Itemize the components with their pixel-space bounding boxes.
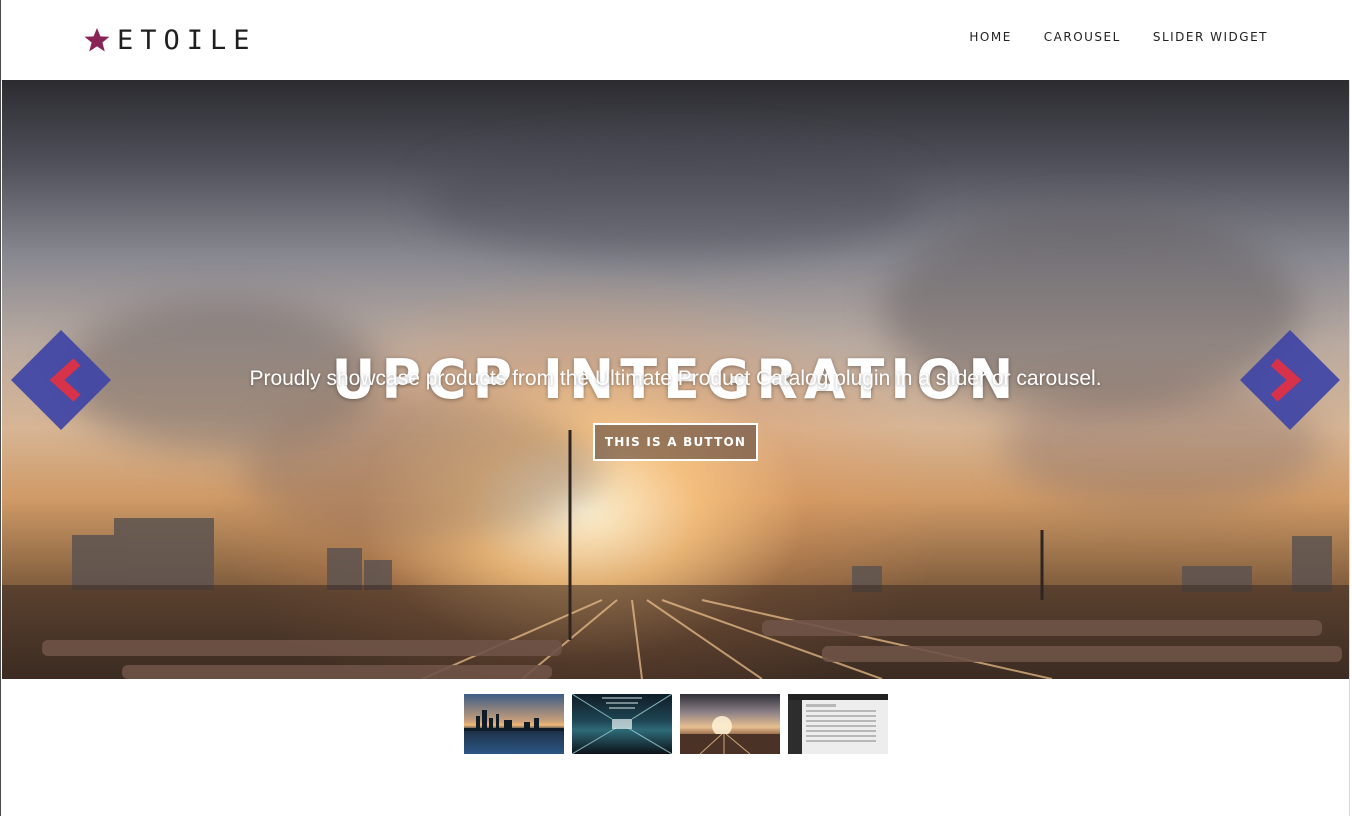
station-tunnel-thumbnail[interactable] (572, 694, 672, 754)
rail-yard-graphic (680, 716, 780, 754)
nav-item-carousel[interactable]: CAROUSEL (1044, 30, 1121, 44)
hero-slider: UPCP INTEGRATION Proudly showcase produc… (2, 80, 1349, 679)
admin-screenshot-graphic (788, 694, 888, 754)
nav-item-home[interactable]: HOME (969, 30, 1011, 44)
slider-thumbnails (464, 694, 888, 754)
nav-item-slider-widget[interactable]: SLIDER WIDGET (1153, 30, 1268, 44)
tunnel-graphic (572, 694, 672, 754)
page-left-border (0, 0, 1, 816)
slide-subtitle: Proudly showcase products from the Ultim… (249, 367, 1102, 390)
chevron-left-icon[interactable] (11, 330, 111, 430)
rail-yard-sunset-thumbnail[interactable] (680, 694, 780, 754)
star-icon (84, 28, 110, 52)
admin-screenshot-thumbnail[interactable] (788, 694, 888, 754)
main-nav: HOME CAROUSEL SLIDER WIDGET (969, 30, 1268, 44)
site-header: ETOILE HOME CAROUSEL SLIDER WIDGET (1, 0, 1350, 81)
page-right-border (1349, 80, 1350, 816)
brand-name: ETOILE (117, 24, 257, 56)
city-skyline-thumbnail[interactable] (464, 694, 564, 754)
slide-cta-button[interactable]: THIS IS A BUTTON (593, 423, 758, 461)
site-logo[interactable]: ETOILE (83, 24, 257, 56)
chevron-right-icon[interactable] (1240, 330, 1340, 430)
skyline-graphic (464, 710, 564, 731)
